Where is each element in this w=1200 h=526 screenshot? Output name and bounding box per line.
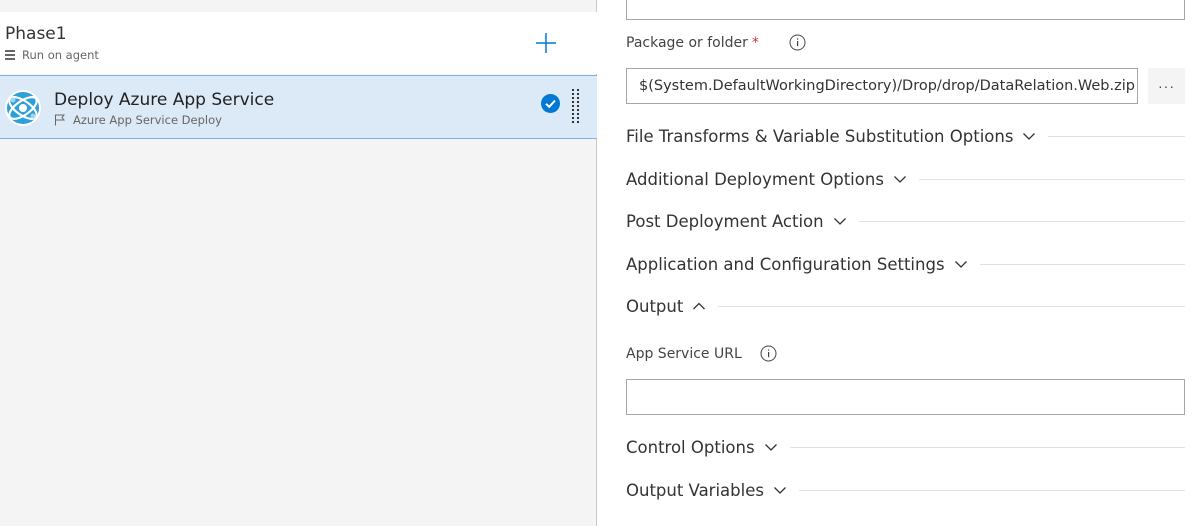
required-indicator: * (751, 34, 759, 51)
section-label: Additional Deployment Options (626, 169, 884, 189)
section-label: Post Deployment Action (626, 211, 824, 231)
plus-icon (536, 33, 556, 53)
chevron-down-icon (954, 261, 967, 268)
task-title: Deploy Azure App Service (54, 90, 275, 110)
phase-row[interactable]: Phase1 Run on agent (0, 12, 597, 74)
azure-app-service-icon (5, 90, 41, 126)
section-output-variables[interactable]: Output Variables (626, 478, 1185, 502)
chevron-down-icon (833, 218, 846, 225)
section-output[interactable]: Output (626, 294, 1185, 318)
section-label: Output Variables (626, 480, 764, 500)
chevron-down-icon (764, 444, 777, 451)
section-control-options[interactable]: Control Options (626, 435, 1185, 459)
checkmark-circle-icon (541, 94, 560, 113)
server-agent-icon (5, 50, 15, 60)
phase-subtitle: Run on agent (5, 48, 99, 62)
section-label: File Transforms & Variable Substitution … (626, 126, 1014, 146)
section-divider (1048, 135, 1185, 137)
info-icon[interactable] (760, 345, 777, 362)
section-additional-deployment-options[interactable]: Additional Deployment Options (626, 167, 1185, 191)
section-divider (718, 305, 1185, 307)
section-label: Control Options (626, 437, 755, 457)
section-label: Output (626, 296, 684, 316)
section-divider (789, 446, 1185, 448)
previous-field-input[interactable] (626, 0, 1185, 20)
app-service-url-label: App Service URL (626, 345, 777, 362)
section-divider (918, 178, 1185, 180)
task-settings-panel: Package or folder * $(System.DefaultWork… (598, 0, 1200, 526)
chevron-down-icon (1023, 133, 1036, 140)
section-post-deployment-action[interactable]: Post Deployment Action (626, 209, 1185, 233)
info-icon[interactable] (789, 34, 806, 51)
section-label: Application and Configuration Settings (626, 254, 945, 274)
chevron-down-icon (893, 176, 906, 183)
section-divider (798, 489, 1185, 491)
phase-subtitle-text: Run on agent (22, 48, 99, 62)
drag-handle-icon[interactable] (570, 88, 582, 124)
section-file-transforms[interactable]: File Transforms & Variable Substitution … (626, 124, 1185, 148)
task-list-panel: Phase1 Run on agent Deploy Azure App Ser… (0, 0, 597, 526)
app-service-url-label-text: App Service URL (626, 345, 742, 362)
chevron-down-icon (774, 487, 786, 494)
package-path-input[interactable]: $(System.DefaultWorkingDirectory)/Drop/d… (626, 68, 1138, 104)
task-row-deploy-azure-app-service[interactable]: Deploy Azure App Service Azure App Servi… (0, 75, 597, 139)
section-divider (979, 263, 1185, 265)
add-task-button[interactable] (534, 32, 558, 56)
section-divider (858, 220, 1185, 222)
section-application-configuration-settings[interactable]: Application and Configuration Settings (626, 252, 1185, 276)
package-label: Package or folder * (626, 34, 806, 51)
chevron-up-icon (693, 302, 706, 310)
package-label-text: Package or folder (626, 34, 748, 51)
task-subtitle: Azure App Service Deploy (54, 113, 222, 127)
browse-button[interactable]: ··· (1148, 68, 1185, 104)
phase-title: Phase1 (5, 24, 67, 44)
flag-icon (55, 114, 66, 126)
app-service-url-input[interactable] (626, 379, 1185, 415)
task-subtitle-text: Azure App Service Deploy (73, 113, 222, 127)
